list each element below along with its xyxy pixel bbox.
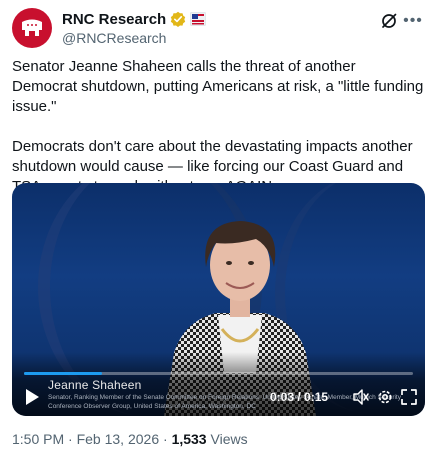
video-progress-bar[interactable] — [24, 372, 413, 375]
affiliate-badge-icon[interactable] — [190, 12, 207, 26]
video-player[interactable]: Jeanne Shaheen Senator, Ranking Member o… — [12, 183, 425, 416]
views-label: Views — [210, 431, 248, 447]
grok-icon[interactable] — [380, 12, 398, 30]
display-name[interactable]: RNC Research — [62, 11, 166, 28]
volume-icon[interactable] — [352, 388, 370, 406]
fullscreen-icon[interactable] — [400, 388, 418, 406]
video-progress-fill — [24, 372, 102, 375]
name-row: RNC Research — [62, 9, 207, 29]
video-time: 0:03 / 0:15 — [270, 390, 329, 404]
post-date[interactable]: Feb 13, 2026 — [77, 431, 160, 447]
settings-icon[interactable] — [376, 388, 394, 406]
views-count: 1,533 — [171, 431, 207, 447]
more-icon[interactable]: ••• — [402, 12, 424, 30]
verified-gold-badge-icon[interactable] — [170, 11, 186, 27]
post-time[interactable]: 1:50 PM — [12, 431, 64, 447]
speaker-name: Jeanne Shaheen — [48, 378, 142, 392]
tweet-paragraph-1: Senator Jeanne Shaheen calls the threat … — [12, 58, 424, 115]
handle[interactable]: @RNCResearch — [62, 30, 166, 46]
separator: · — [68, 431, 73, 447]
separator-2: · — [163, 431, 168, 447]
play-icon[interactable] — [24, 388, 40, 406]
tweet-text: Senator Jeanne Shaheen calls the threat … — [12, 57, 424, 197]
avatar[interactable] — [12, 8, 52, 48]
tweet-header: RNC Research @RNCResearch ••• — [12, 8, 424, 48]
tweet-footer: 1:50 PM · Feb 13, 2026 · 1,533 Views — [12, 431, 248, 447]
rnc-elephant-logo — [22, 19, 42, 36]
